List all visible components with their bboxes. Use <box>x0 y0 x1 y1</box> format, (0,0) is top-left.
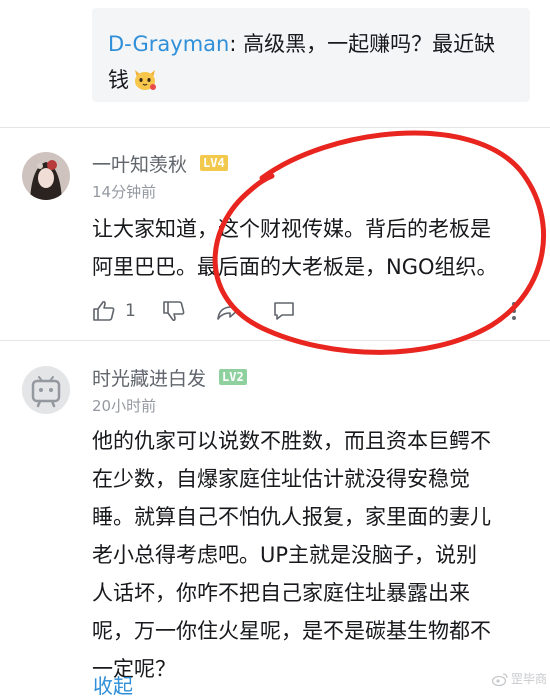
comment-line: 睡。就算自己不怕仇人报复，家里面的妻儿 <box>92 505 491 529</box>
comment-line: 在少数，自爆家庭住址估计就没得安稳觉 <box>92 467 470 491</box>
level-badge: LV4 <box>200 155 228 171</box>
comment-line: 老小总得考虑吧。UP主就是没脑子，说别 <box>92 543 478 567</box>
cat-emoji-icon <box>132 66 158 92</box>
reply-line-2: 钱 <box>108 62 514 98</box>
reply-button[interactable] <box>272 296 296 326</box>
like-button[interactable]: 1 <box>92 296 136 326</box>
timestamp: 20小时前 <box>92 397 157 415</box>
weibo-logo-icon <box>492 672 508 686</box>
collapse-link[interactable]: 收起 <box>93 670 133 699</box>
reply-line-1: D-Grayman: 高级黑，一起赚吗？最近缺 <box>108 26 514 62</box>
thumbs-down-icon <box>163 301 185 322</box>
comment-bubble-icon <box>274 302 294 320</box>
share-button[interactable] <box>216 296 240 326</box>
divider <box>0 127 550 128</box>
reply-text: : 高级黑，一起赚吗？最近缺 <box>229 32 496 56</box>
comment-text: 让大家知道，这个财视传媒。背后的老板是 阿里巴巴。最后面的大老板是，NGO组织。 <box>92 210 498 286</box>
avatar[interactable] <box>22 152 70 200</box>
comment-line: 他的仇家可以说数不胜数，而且资本巨鳄不 <box>92 429 491 453</box>
reply-author-link[interactable]: D-Grayman <box>108 32 229 56</box>
comment-line: 一定呢？ <box>92 657 176 681</box>
default-avatar-icon <box>22 366 70 414</box>
comment-line: 人话坏，你咋不把自己家庭住址暴露出来 <box>92 581 470 605</box>
reply-preview[interactable]: D-Grayman: 高级黑，一起赚吗？最近缺 钱 <box>92 8 530 102</box>
reply-text-2: 钱 <box>108 68 129 92</box>
watermark: 罡毕商 <box>492 670 547 687</box>
comment-actions: 1 <box>92 296 532 326</box>
comment-line: 让大家知道，这个财视传媒。背后的老板是 <box>92 217 491 241</box>
username[interactable]: 时光藏进白发 <box>92 364 206 391</box>
level-badge: LV2 <box>219 369 247 385</box>
like-count: 1 <box>125 301 136 321</box>
watermark-text: 罡毕商 <box>511 672 548 686</box>
more-button[interactable] <box>510 296 518 326</box>
username[interactable]: 一叶知羡秋 <box>92 150 187 177</box>
dislike-button[interactable] <box>162 296 186 326</box>
share-icon <box>217 302 239 320</box>
divider <box>0 340 550 341</box>
thumbs-up-icon <box>93 300 115 321</box>
avatar[interactable] <box>22 366 70 414</box>
comment-line: 阿里巴巴。最后面的大老板是，NGO组织。 <box>92 255 498 279</box>
more-vertical-icon <box>512 302 516 320</box>
comment-line: 呢，万一你住火星呢，是不是碳基生物都不 <box>92 619 491 643</box>
comment-text: 他的仇家可以说数不胜数，而且资本巨鳄不 在少数，自爆家庭住址估计就没得安稳觉 睡。就… <box>92 422 491 688</box>
timestamp: 14分钟前 <box>92 183 157 201</box>
